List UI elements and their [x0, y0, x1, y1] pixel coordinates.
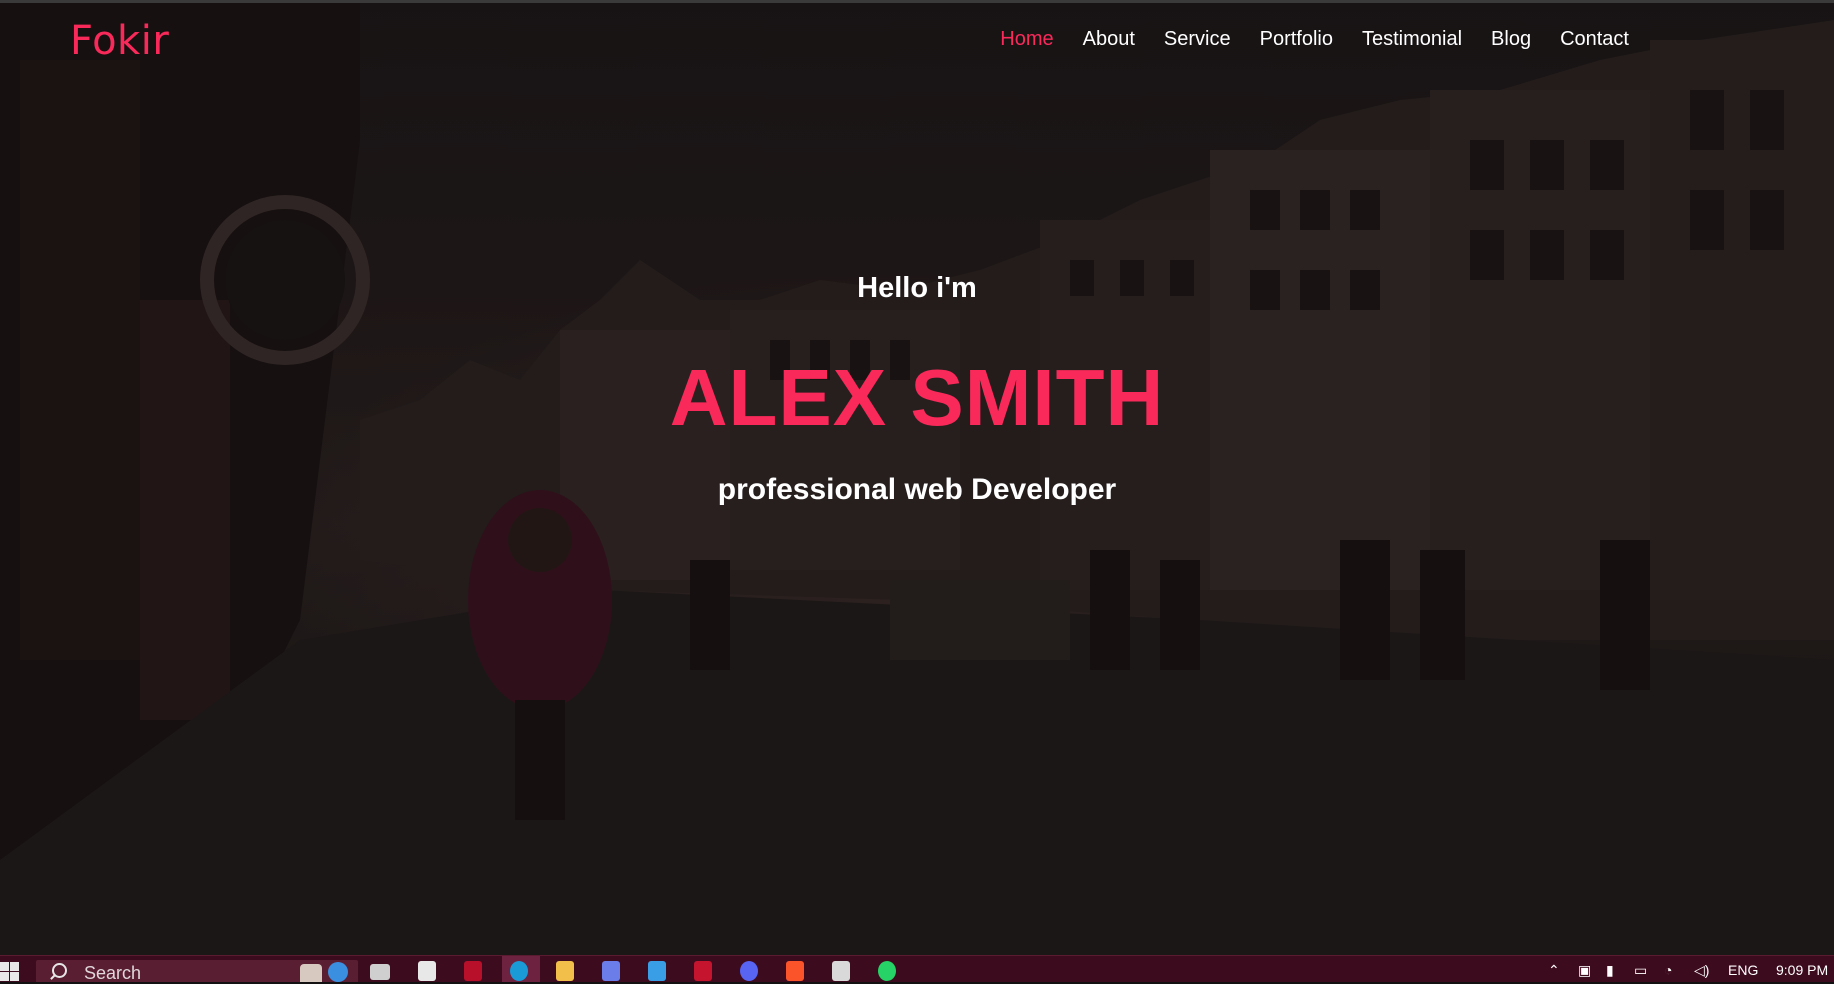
nav-service[interactable]: Service	[1164, 28, 1231, 51]
app-check-icon[interactable]	[832, 961, 850, 981]
battery-icon[interactable]: ▭	[1634, 962, 1647, 979]
windows-start-icon[interactable]	[0, 962, 20, 982]
clock-time[interactable]: 9:09 PM	[1776, 962, 1828, 978]
language-indicator[interactable]: ENG	[1728, 962, 1758, 978]
hero-role: professional web Developer	[717, 473, 1117, 506]
nav-home[interactable]: Home	[1000, 28, 1053, 51]
brave-browser-icon[interactable]	[786, 961, 804, 981]
site-logo[interactable]: Fokir	[70, 18, 169, 64]
search-globe-icon	[328, 962, 348, 982]
app-hat-icon[interactable]	[694, 961, 712, 981]
chevron-up-icon[interactable]: ⌃	[1548, 962, 1560, 979]
store-icon[interactable]	[418, 961, 436, 981]
window-top-border	[0, 0, 1834, 3]
whatsapp-icon[interactable]	[878, 961, 896, 981]
nav-about[interactable]: About	[1083, 28, 1135, 51]
microphone-icon[interactable]: ▮	[1606, 962, 1614, 979]
discord-icon[interactable]	[740, 961, 758, 981]
search-icon	[52, 963, 67, 978]
nav-blog[interactable]: Blog	[1491, 28, 1531, 51]
nav-contact[interactable]: Contact	[1560, 28, 1629, 51]
task-view-icon[interactable]	[370, 964, 390, 980]
camera-icon[interactable]: ▣	[1578, 962, 1591, 979]
nav-portfolio[interactable]: Portfolio	[1260, 28, 1333, 51]
media-player-icon[interactable]	[602, 961, 620, 981]
hero-name: ALEX SMITH	[669, 353, 1165, 442]
file-explorer-icon[interactable]	[556, 961, 574, 981]
mail-icon[interactable]	[648, 961, 666, 981]
volume-icon[interactable]: ◁)	[1694, 962, 1709, 979]
edge-browser-icon[interactable]	[510, 961, 528, 981]
taskbar-search[interactable]: Search	[36, 960, 358, 983]
nav-testimonial[interactable]: Testimonial	[1362, 28, 1462, 51]
hero-greeting: Hello i'm	[857, 272, 977, 304]
wifi-icon[interactable]: ◔	[1664, 962, 1672, 978]
app-red-icon[interactable]	[464, 961, 482, 981]
taskbar: Search ⌃ ▣ ▮ ▭ ◔ ◁) ENG 9:09 PM	[0, 955, 1834, 983]
main-nav: Home About Service Portfolio Testimonial…	[971, 28, 1629, 51]
search-highlight-icon	[300, 964, 322, 982]
